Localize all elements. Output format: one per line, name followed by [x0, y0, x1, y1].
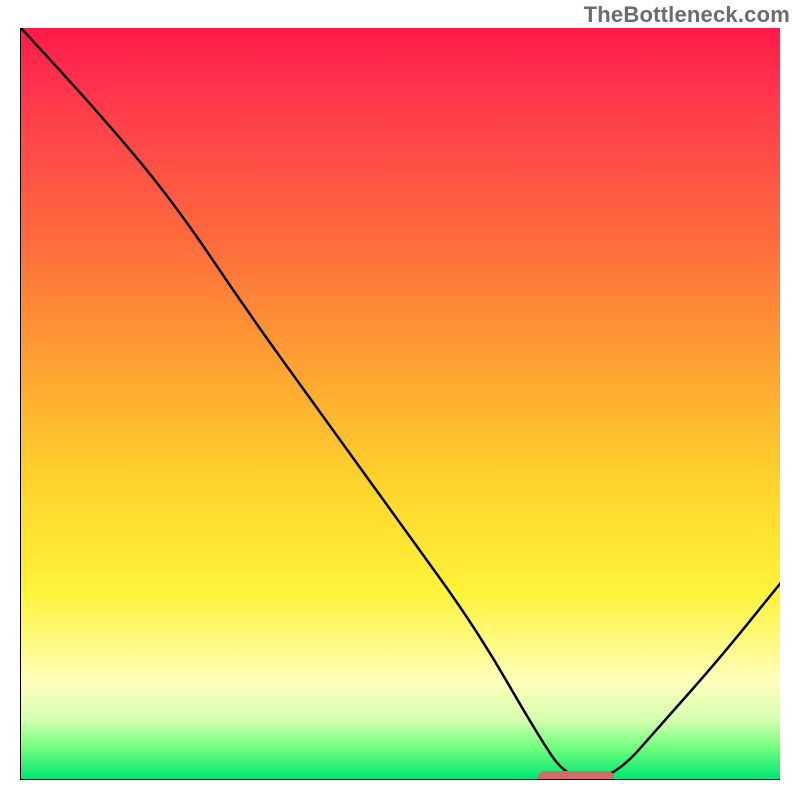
watermark-text: TheBottleneck.com: [584, 2, 790, 28]
plot-area: [20, 28, 780, 780]
chart-container: TheBottleneck.com: [0, 0, 800, 800]
optimal-marker: [538, 771, 614, 780]
bottleneck-curve: [21, 28, 780, 779]
